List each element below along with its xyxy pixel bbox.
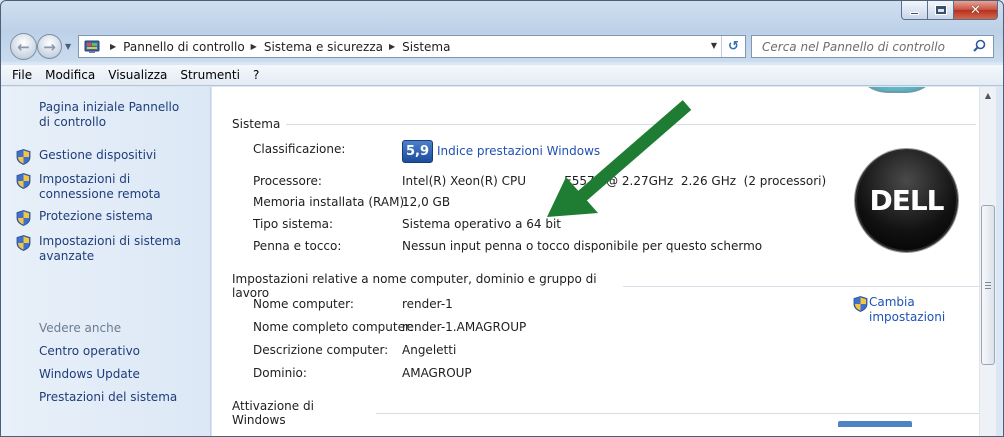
section-title: Sistema [232,117,281,131]
system-type-label: Tipo sistema: [253,217,334,231]
task-pane: Pagina iniziale Pannello di controllo Ge… [1,87,211,436]
section-divider [286,123,977,125]
system-type-value: Sistema operativo a 64 bit [402,217,561,231]
address-bar[interactable]: ▶ Pannello di controllo ▶ Sistema e sicur… [78,35,746,58]
grip-icon [985,282,991,289]
sidebar-item-advanced-settings[interactable]: Impostazioni di sistema avanzate [16,234,199,264]
computer-name-value: render-1 [402,297,453,311]
maximize-button[interactable] [928,1,954,20]
menu-bar: File Modifica Visualizza Strumenti ? [1,65,1003,86]
see-also-performance-link[interactable]: Prestazioni del sistema [39,390,177,405]
chevron-right-icon[interactable]: ▶ [251,42,257,51]
see-also-heading: Vedere anche [39,321,122,335]
minimize-icon [910,11,919,15]
breadcrumb-label: Sistema [402,39,451,54]
uac-shield-icon [16,149,31,165]
processor-label: Processore: [253,174,322,188]
section-title: Attivazione di Windows [232,399,314,427]
uac-shield-icon [16,173,31,189]
search-input[interactable]: Cerca nel Pannello di controllo [762,40,973,54]
rating-label: Classificazione: [253,142,346,156]
full-computer-name-label: Nome completo computer: [253,320,414,334]
sidebar-item-label: Impostazioni di sistema avanzate [39,234,181,263]
close-button[interactable]: ✕ [954,1,998,20]
maximize-icon [934,5,947,15]
sidebar-item-remote-settings[interactable]: Impostazioni di connessione remota [16,172,199,202]
sidebar-item-system-protection[interactable]: Protezione sistema [16,209,199,226]
vertical-scrollbar[interactable]: ▲ [979,87,996,436]
computer-description-value: Angeletti [402,343,457,357]
domain-value: AMAGROUP [402,366,472,380]
oem-dell-logo: DELL [855,149,958,252]
domain-label: Dominio: [253,366,307,380]
section-divider [375,412,979,414]
see-also-windows-update-link[interactable]: Windows Update [39,367,140,382]
sidebar-item-label: Impostazioni di connessione remota [39,172,161,201]
genuine-badge-partial [838,421,912,427]
breadcrumb-label: Pannello di controllo [123,39,245,54]
rating-value: 5,9 Indice prestazioni Windows [402,140,600,163]
sidebar-item-device-manager[interactable]: Gestione dispositivi [16,148,199,165]
memory-label: Memoria installata (RAM): [253,195,409,209]
dell-logo-text: DELL [869,184,944,217]
memory-value: 12,0 GB [402,195,451,209]
pen-touch-label: Penna e tocco: [253,239,342,253]
sidebar-item-label: Gestione dispositivi [39,148,157,162]
back-button[interactable]: ← [10,33,37,60]
uac-shield-icon [853,296,868,312]
control-panel-home-link[interactable]: Pagina iniziale Pannello di controllo [39,100,189,130]
sidebar-item-label: Protezione sistema [39,209,153,223]
breadcrumb-separator[interactable]: ▶ [104,42,123,51]
refresh-icon[interactable]: ↺ [721,36,745,57]
oem-graphic-top [852,87,942,93]
uac-shield-icon [16,210,31,226]
search-icon[interactable] [973,39,986,55]
breadcrumb-system[interactable]: Sistema [402,40,450,54]
menu-tools[interactable]: Strumenti [180,68,240,82]
navigation-row: ← → ▼ ▶ Pannello di controllo ▶ Sistema e… [1,31,1003,61]
minimize-button[interactable] [901,1,928,20]
address-dropdown-icon[interactable]: ▼ [711,41,717,50]
menu-help[interactable]: ? [253,68,259,82]
breadcrumb-system-security[interactable]: Sistema e sicurezza ▶ [264,40,402,54]
uac-shield-icon [16,235,31,251]
recent-pages-dropdown-icon[interactable]: ▼ [65,42,71,51]
change-settings-label: Cambia impostazioni [869,295,946,324]
processor-value: Intel(R) Xeon(R) CPU E557 @ 2.27GHz 2.26… [402,174,827,188]
pen-touch-value: Nessun input penna o tocco disponibile p… [402,239,763,253]
scrollbar-thumb[interactable] [981,205,995,365]
chevron-right-icon[interactable]: ▶ [389,42,395,51]
main-content: Sistema Classificazione: 5,9 Indice prest… [212,87,979,436]
section-divider [623,285,979,287]
menu-view[interactable]: Visualizza [108,68,167,82]
section-title: Impostazioni relative a nome computer, d… [232,272,597,300]
section-heading-system: Sistema [232,117,977,131]
computer-name-label: Nome computer: [253,297,354,311]
change-settings-link[interactable]: Cambia impostazioni [853,295,946,325]
see-also-action-center-link[interactable]: Centro operativo [39,344,140,359]
scroll-up-icon[interactable]: ▲ [980,87,996,104]
search-box[interactable]: Cerca nel Pannello di controllo [751,35,994,58]
wei-link[interactable]: Indice prestazioni Windows [437,144,600,158]
window-controls: ✕ [901,1,998,20]
menu-file[interactable]: File [12,68,32,82]
forward-button[interactable]: → [37,34,62,59]
computer-description-label: Descrizione computer: [253,343,389,357]
system-window: ✕ ← → ▼ ▶ Pannello di controllo ▶ Sistema… [0,0,1004,437]
chevron-right-icon: ▶ [110,42,117,51]
close-icon: ✕ [970,2,981,18]
back-arrow-icon: ← [17,37,30,56]
breadcrumb-control-panel[interactable]: Pannello di controllo ▶ [123,40,264,54]
wei-score-badge[interactable]: 5,9 [402,140,433,163]
breadcrumb-label: Sistema e sicurezza [263,39,383,54]
full-computer-name-value: render-1.AMAGROUP [402,320,527,334]
menu-edit[interactable]: Modifica [45,68,95,82]
forward-arrow-icon: → [43,37,56,56]
control-panel-icon [84,40,100,54]
